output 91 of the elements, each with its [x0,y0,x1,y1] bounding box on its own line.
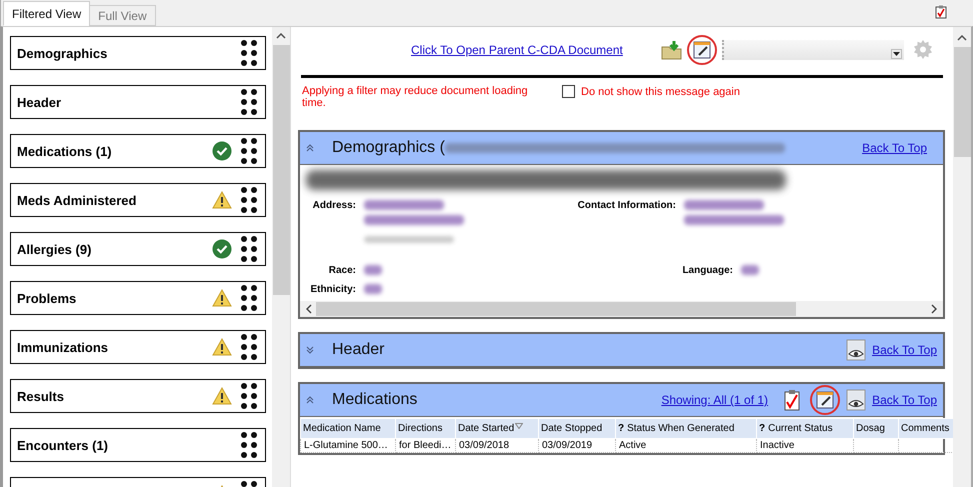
section-label: Demographics [17,46,108,60]
showing-filter-link[interactable]: Showing: All (1 of 1) [661,393,768,407]
section-item[interactable]: Problems [10,281,266,315]
column-header[interactable]: Comments [898,418,953,438]
redacted-text [364,265,382,275]
section-label: Allergies (9) [17,242,92,256]
collapse-icon[interactable] [306,396,314,404]
scroll-up-icon[interactable] [957,35,967,41]
drag-handle-icon[interactable] [241,236,257,262]
checkbox[interactable] [562,85,575,98]
view-eye-icon[interactable] [846,339,866,361]
field-label: Address: [312,200,356,211]
scroll-thumb[interactable] [316,302,796,316]
section-item[interactable]: Allergies (9) [10,232,266,266]
warning-icon [212,289,232,307]
field-label: Language: [681,265,733,276]
check-circle-icon [212,239,232,259]
column-header[interactable]: Dosag [854,418,898,438]
clipboard-check-icon[interactable] [935,5,947,19]
table-cell: Inactive [756,438,854,452]
section-label: Encounters (1) [17,438,108,452]
warning-icon [212,387,232,405]
column-header[interactable]: Directions [396,418,456,438]
section-label: Medications (1) [17,144,112,158]
dropdown-arrow-icon[interactable] [892,52,900,56]
section-title: Medications [332,391,418,409]
column-header[interactable]: ? Current Status [756,418,854,438]
section-title: Demographics ( [332,139,445,157]
scroll-thumb[interactable] [272,45,290,295]
edit-note-icon[interactable] [692,41,711,59]
column-header[interactable]: Date Stopped [538,418,616,438]
open-parent-document-link[interactable]: Click To Open Parent C-CDA Document [411,43,623,57]
table-cell: 03/09/2019 [538,438,616,452]
redacted-text [741,265,759,275]
section-item[interactable]: Demographics [10,36,266,70]
table-cell: 03/09/2018 [456,438,538,452]
section-item[interactable]: Encounters (1) [10,428,266,462]
scrollbar[interactable] [272,27,290,487]
folder-download-icon[interactable] [660,40,683,60]
drag-handle-icon[interactable] [241,187,257,213]
sort-icon[interactable] [515,423,524,429]
clipboard-check-icon[interactable] [784,389,800,411]
scroll-thumb[interactable] [954,47,970,157]
column-header[interactable]: ? Status When Generated [616,418,756,438]
drag-handle-icon[interactable] [241,432,257,458]
edit-note-icon[interactable] [816,391,834,409]
section-label: Immunizations [17,340,108,354]
horizontal-scrollbar[interactable] [300,301,943,317]
expand-icon[interactable] [306,346,314,354]
drag-handle-icon[interactable] [241,285,257,311]
drag-handle-icon[interactable] [241,138,257,164]
section-item[interactable]: Immunizations [10,330,266,364]
scroll-right-icon[interactable] [931,304,937,314]
scroll-up-icon[interactable] [276,33,286,39]
field-label: Ethnicity: [309,284,356,295]
table-cell: Active [616,438,756,452]
collapse-icon[interactable] [306,144,314,152]
column-header[interactable]: Date Started [456,418,538,438]
check-circle-icon [212,141,232,161]
checkbox-label: Do not show this message again [581,86,740,98]
drag-handle-icon[interactable] [241,334,257,360]
view-eye-icon[interactable] [846,389,866,411]
dropdown-field[interactable] [722,40,904,60]
section-title: Header [332,341,384,359]
field-label: Race: [328,265,356,276]
redacted-text [364,284,382,294]
warning-icon [212,191,232,209]
back-to-top-link[interactable]: Back To Top [872,343,937,357]
section-label: Meds Administered [17,192,136,208]
view-tab[interactable]: Filtered View [3,1,90,26]
section-item[interactable]: Medications (1) [10,134,266,168]
drag-handle-icon[interactable] [241,40,257,66]
table-cell: L-Glutamine 500… [300,438,396,452]
drag-handle-icon[interactable] [241,89,257,115]
view-tab[interactable]: Full View [89,5,156,26]
column-header[interactable]: Medication Name [300,418,396,438]
drag-handle-icon[interactable] [241,383,257,409]
table-cell: for Bleedi… [396,438,456,452]
back-to-top-link[interactable]: Back To Top [872,393,937,407]
back-to-top-link[interactable]: Back To Top [862,141,927,155]
field-label: Contact Information: [576,200,676,211]
section-item[interactable]: Results [10,379,266,413]
warning-icon [212,338,232,356]
scrollbar[interactable] [953,27,971,487]
scroll-left-icon[interactable] [306,304,312,314]
filter-warning-text: Applying a filter may reduce document loading time. [302,85,529,109]
section-item[interactable]: Meds Administered [10,183,266,217]
section-label: Results [17,388,64,404]
section-label: Problems [17,290,76,306]
section-item[interactable]: Header [10,85,266,119]
section-label: Header [17,94,62,110]
